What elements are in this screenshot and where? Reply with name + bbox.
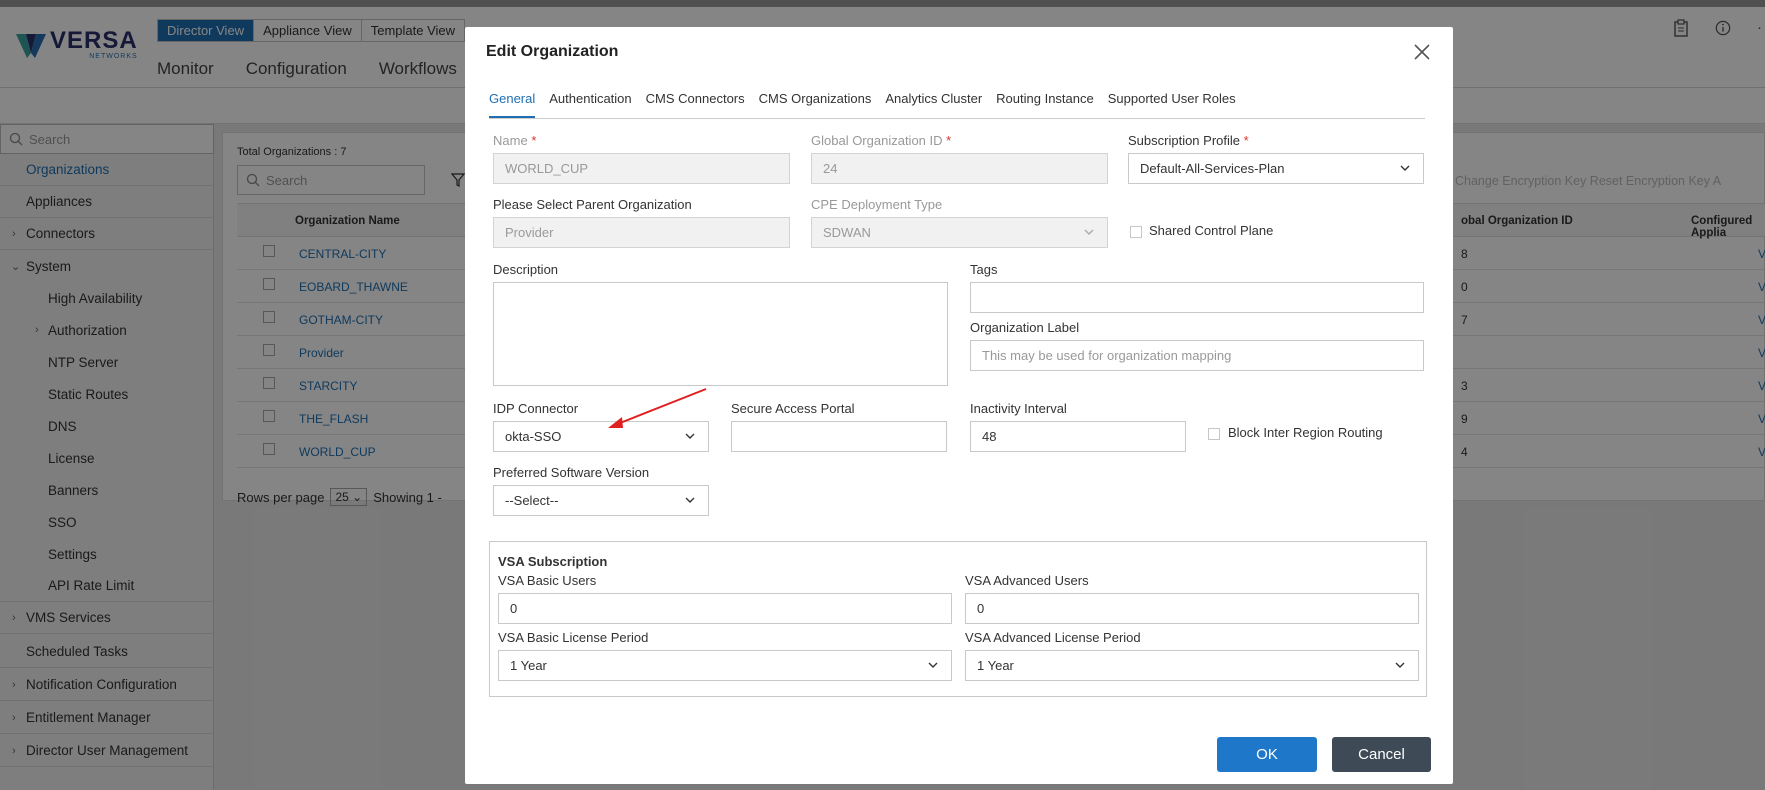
- vsa-subscription-section: VSA Subscription VSA Basic Users 0 VSA A…: [489, 541, 1427, 697]
- tab-routing-instance[interactable]: Routing Instance: [996, 91, 1094, 118]
- tags-input[interactable]: [970, 282, 1424, 313]
- chevron-down-icon: [685, 433, 695, 439]
- tab-cms-organizations[interactable]: CMS Organizations: [759, 91, 872, 118]
- cpe-deployment-value: SDWAN: [823, 225, 871, 240]
- chevron-down-icon: [928, 662, 938, 668]
- shared-control-plane-checkbox[interactable]: [1130, 226, 1142, 238]
- shared-control-plane-label: Shared Control Plane: [1149, 223, 1274, 238]
- idp-connector-label: IDP Connector: [493, 401, 579, 416]
- tab-authentication[interactable]: Authentication: [549, 91, 631, 118]
- global-org-id-label: Global Organization ID *: [811, 133, 952, 148]
- vsa-advanced-license-period-select[interactable]: 1 Year: [965, 650, 1419, 681]
- inactivity-interval-label: Inactivity Interval: [970, 401, 1067, 416]
- vsa-subscription-title: VSA Subscription: [498, 554, 608, 569]
- name-value: WORLD_CUP: [505, 161, 589, 176]
- block-inter-region-routing-checkbox[interactable]: [1208, 428, 1220, 440]
- tab-cms-connectors[interactable]: CMS Connectors: [646, 91, 745, 118]
- chevron-down-icon: [1395, 662, 1405, 668]
- chevron-down-icon: [1400, 165, 1410, 171]
- name-label: Name *: [493, 133, 537, 148]
- preferred-software-version-value: --Select--: [505, 493, 559, 508]
- dialog-title: Edit Organization: [486, 43, 619, 60]
- block-inter-region-routing-label: Block Inter Region Routing: [1228, 425, 1383, 440]
- vsa-advanced-users-value: 0: [977, 601, 985, 616]
- vsa-advanced-users-input[interactable]: 0: [965, 593, 1419, 624]
- cpe-deployment-select: SDWAN: [811, 217, 1108, 248]
- subscription-profile-label: Subscription Profile *: [1128, 133, 1249, 148]
- preferred-software-version-select[interactable]: --Select--: [493, 485, 709, 516]
- vsa-basic-users-input[interactable]: 0: [498, 593, 952, 624]
- vsa-basic-users-value: 0: [510, 601, 518, 616]
- tags-label: Tags: [970, 262, 998, 277]
- cancel-button[interactable]: Cancel: [1332, 737, 1431, 772]
- parent-org-value: Provider: [505, 225, 554, 240]
- tab-general[interactable]: General: [489, 91, 536, 118]
- parent-org-field: Provider: [493, 217, 790, 248]
- cpe-deployment-label: CPE Deployment Type: [811, 197, 943, 212]
- global-org-id-field: 24: [811, 153, 1108, 184]
- inactivity-interval-input[interactable]: 48: [970, 421, 1186, 452]
- vsa-basic-license-period-label: VSA Basic License Period: [498, 630, 649, 645]
- vsa-basic-users-label: VSA Basic Users: [498, 573, 597, 588]
- idp-connector-select[interactable]: okta-SSO: [493, 421, 709, 452]
- subscription-profile-value: Default-All-Services-Plan: [1140, 161, 1285, 176]
- ok-button[interactable]: OK: [1217, 737, 1317, 772]
- chevron-down-icon: [1084, 229, 1094, 235]
- subscription-profile-select[interactable]: Default-All-Services-Plan: [1128, 153, 1424, 184]
- preferred-software-version-label: Preferred Software Version: [493, 465, 650, 480]
- description-label: Description: [493, 262, 559, 277]
- tab-analytics-cluster[interactable]: Analytics Cluster: [885, 91, 982, 118]
- chevron-down-icon: [685, 497, 695, 503]
- secure-access-portal-label: Secure Access Portal: [731, 401, 855, 416]
- dialog-tabs: General Authentication CMS Connectors CM…: [489, 91, 1425, 119]
- vsa-advanced-license-period-label: VSA Advanced License Period: [965, 630, 1141, 645]
- inactivity-interval-value: 48: [982, 429, 997, 444]
- close-icon[interactable]: [1413, 43, 1431, 61]
- secure-access-portal-input[interactable]: [731, 421, 947, 452]
- global-org-id-value: 24: [823, 161, 838, 176]
- organization-label-placeholder: This may be used for organization mappin…: [982, 348, 1232, 363]
- vsa-advanced-license-period-value: 1 Year: [977, 658, 1014, 673]
- organization-label-input[interactable]: This may be used for organization mappin…: [970, 340, 1424, 371]
- organization-label-label: Organization Label: [970, 320, 1080, 335]
- vsa-basic-license-period-select[interactable]: 1 Year: [498, 650, 952, 681]
- parent-org-label: Please Select Parent Organization: [493, 197, 692, 212]
- edit-organization-dialog: Edit Organization General Authentication…: [465, 27, 1453, 784]
- name-field: WORLD_CUP: [493, 153, 790, 184]
- vsa-advanced-users-label: VSA Advanced Users: [965, 573, 1089, 588]
- tab-supported-user-roles[interactable]: Supported User Roles: [1108, 91, 1236, 118]
- idp-connector-value: okta-SSO: [505, 429, 562, 444]
- vsa-basic-license-period-value: 1 Year: [510, 658, 547, 673]
- description-textarea[interactable]: [493, 282, 948, 386]
